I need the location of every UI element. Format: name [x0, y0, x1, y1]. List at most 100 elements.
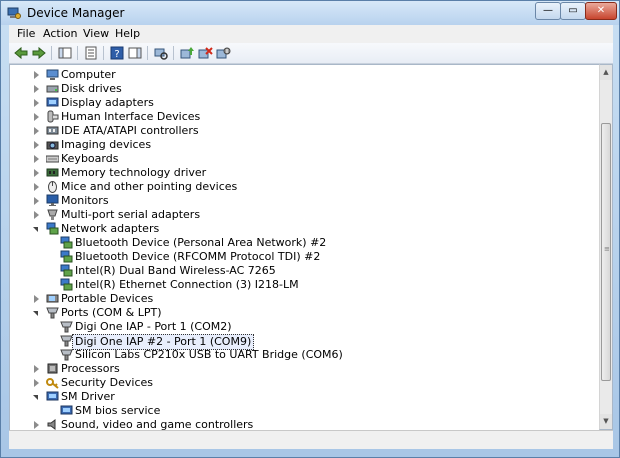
forward-icon[interactable]	[31, 45, 47, 61]
expand-arrow-icon[interactable]	[34, 169, 39, 177]
hid-icon	[47, 110, 59, 123]
keyboard-icon	[46, 155, 59, 163]
expand-arrow-icon[interactable]	[34, 155, 39, 163]
tree-item[interactable]: Monitors	[10, 194, 600, 208]
console-tree-icon[interactable]	[57, 45, 73, 61]
tree-item-label: Security Devices	[61, 376, 154, 389]
camera-icon	[46, 141, 59, 150]
scan-hardware-icon[interactable]	[153, 45, 169, 61]
tree-item[interactable]: Display adapters	[10, 96, 600, 110]
help-icon[interactable]: ?	[109, 45, 125, 61]
disable-icon[interactable]	[215, 45, 231, 61]
tree-item-label: Digi One IAP - Port 1 (COM2)	[75, 320, 232, 333]
tree-item[interactable]: Human Interface Devices	[10, 110, 600, 124]
expand-arrow-icon[interactable]	[34, 197, 39, 205]
display-adapter-icon	[46, 391, 59, 401]
tree-item[interactable]: Intel(R) Dual Band Wireless-AC 7265	[10, 264, 600, 278]
minimize-button[interactable]: —	[535, 2, 561, 20]
expand-arrow-icon[interactable]	[34, 127, 39, 135]
tree-item[interactable]: Intel(R) Ethernet Connection (3) I218-LM	[10, 278, 600, 292]
tree-item-label: IDE ATA/ATAPI controllers	[61, 124, 199, 137]
toolbar-separator	[173, 46, 174, 60]
tree-item-label: Portable Devices	[61, 292, 154, 305]
expand-arrow-icon[interactable]	[34, 71, 39, 79]
tree-item-label: Bluetooth Device (RFCOMM Protocol TDI) #…	[75, 250, 321, 263]
device-tree[interactable]: Computer Disk drives Display adapters Human…	[9, 64, 600, 432]
monitor-icon	[46, 194, 59, 206]
tree-item[interactable]: Processors	[10, 362, 600, 376]
tree-item-label: SM Driver	[61, 390, 115, 403]
expand-arrow-icon[interactable]	[34, 211, 39, 219]
network-adapter-icon	[60, 264, 73, 277]
network-adapter-icon	[60, 250, 73, 263]
expand-arrow-icon[interactable]	[34, 85, 39, 93]
title-bar[interactable]: Device Manager — ▭ ✕	[1, 1, 619, 25]
menu-action[interactable]: Action	[43, 27, 77, 40]
tree-item[interactable]: Multi-port serial adapters	[10, 208, 600, 222]
properties-icon[interactable]	[83, 45, 99, 61]
mouse-icon	[48, 181, 57, 193]
display-adapter-icon	[60, 405, 73, 415]
tree-item[interactable]: SM bios service	[10, 404, 600, 418]
tree-item-label: Keyboards	[61, 152, 119, 165]
expand-arrow-icon[interactable]	[34, 421, 39, 429]
port-icon	[60, 349, 73, 361]
tree-item-label: Bluetooth Device (Personal Area Network)…	[75, 236, 327, 249]
action-pane-icon[interactable]	[127, 45, 143, 61]
menu-file[interactable]: File	[17, 27, 35, 40]
back-icon[interactable]	[13, 45, 29, 61]
tree-item[interactable]: Network adapters	[10, 222, 600, 236]
tree-item[interactable]: Bluetooth Device (Personal Area Network)…	[10, 236, 600, 250]
processor-icon	[47, 363, 58, 374]
tree-item[interactable]: Ports (COM & LPT)	[10, 306, 600, 320]
expand-arrow-icon[interactable]	[34, 99, 39, 107]
tree-item-label: Intel(R) Dual Band Wireless-AC 7265	[75, 264, 276, 277]
tree-item[interactable]: IDE ATA/ATAPI controllers	[10, 124, 600, 138]
tree-item[interactable]: Digi One IAP #2 - Port 1 (COM9)	[10, 334, 600, 350]
update-driver-icon[interactable]	[179, 45, 195, 61]
expand-arrow-icon[interactable]	[34, 379, 39, 387]
expand-arrow-icon[interactable]	[34, 365, 39, 373]
tree-item[interactable]: Memory technology driver	[10, 166, 600, 180]
tree-item-label: Silicon Labs CP210x USB to UART Bridge (…	[75, 348, 343, 361]
tree-item-label: Multi-port serial adapters	[61, 208, 201, 221]
tree-item[interactable]: Security Devices	[10, 376, 600, 390]
tree-item[interactable]: Portable Devices	[10, 292, 600, 306]
uninstall-icon[interactable]	[197, 45, 213, 61]
disk-drive-icon	[46, 85, 59, 93]
menu-help[interactable]: Help	[115, 27, 140, 40]
tree-item[interactable]: Imaging devices	[10, 138, 600, 152]
tree-item[interactable]: SM Driver	[10, 390, 600, 404]
collapse-arrow-icon[interactable]	[33, 395, 38, 400]
serial-adapter-icon	[47, 209, 58, 220]
tree-item[interactable]: Digi One IAP - Port 1 (COM2)	[10, 320, 600, 334]
ide-controller-icon	[46, 126, 59, 135]
vertical-scrollbar[interactable]: ▲ ≡ ▼	[599, 64, 613, 430]
collapse-arrow-icon[interactable]	[33, 227, 38, 232]
expand-arrow-icon[interactable]	[34, 183, 39, 191]
tree-item-label: Network adapters	[61, 222, 160, 235]
tree-item[interactable]: Disk drives	[10, 82, 600, 96]
tree-item[interactable]: Silicon Labs CP210x USB to UART Bridge (…	[10, 348, 600, 362]
close-button[interactable]: ✕	[585, 2, 617, 20]
tree-item-label: Display adapters	[61, 96, 154, 109]
scroll-grip-icon: ≡	[604, 245, 610, 253]
expand-arrow-icon[interactable]	[34, 141, 39, 149]
tree-item[interactable]: Mice and other pointing devices	[10, 180, 600, 194]
toolbar-separator	[103, 46, 104, 60]
expand-arrow-icon[interactable]	[34, 295, 39, 303]
tree-item-label: Mice and other pointing devices	[61, 180, 238, 193]
menu-view[interactable]: View	[83, 27, 109, 40]
tree-item[interactable]: Keyboards	[10, 152, 600, 166]
maximize-button[interactable]: ▭	[560, 2, 586, 20]
collapse-arrow-icon[interactable]	[33, 311, 38, 316]
tree-item[interactable]: Bluetooth Device (RFCOMM Protocol TDI) #…	[10, 250, 600, 264]
tree-item[interactable]: Computer	[10, 68, 600, 82]
scroll-down-button[interactable]: ▼	[600, 414, 612, 429]
device-manager-icon	[7, 7, 21, 19]
scroll-up-button[interactable]: ▲	[600, 65, 612, 80]
expand-arrow-icon[interactable]	[34, 113, 39, 121]
network-adapter-icon	[60, 278, 73, 291]
scroll-thumb[interactable]: ≡	[601, 123, 611, 381]
svg-text:?: ?	[114, 49, 119, 60]
